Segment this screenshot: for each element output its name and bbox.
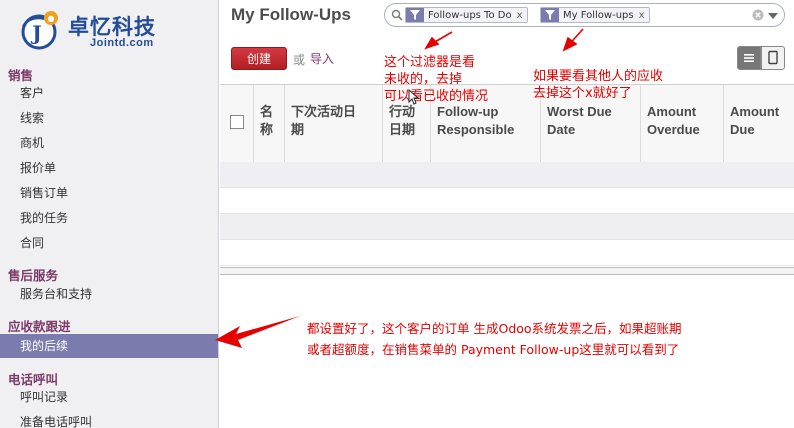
or-separator: 或 (293, 53, 306, 67)
list-view-button[interactable] (737, 46, 761, 70)
facet-label: Follow-ups To Do (428, 9, 512, 21)
logo-badge-icon: ● J (21, 11, 58, 50)
annotation-filter-note: 这个过滤器是看 未收的，去掉 可以看已收的情况 (384, 55, 489, 104)
svg-text:J: J (30, 21, 41, 45)
menu-item-contracts[interactable]: 合同 (0, 231, 218, 255)
table-row (220, 188, 794, 214)
search-options-chevron-icon[interactable] (768, 13, 778, 19)
search-facet-my-follow-ups: My Follow-ups x (540, 7, 650, 23)
facet-remove-icon[interactable]: x (639, 10, 645, 21)
menu-item-customers[interactable]: 客户 (0, 81, 218, 105)
menu-section-receivables: 应收款跟进 (8, 319, 71, 334)
arrow-to-my-follow-ups-facet (562, 28, 584, 52)
table-row (220, 240, 794, 266)
annotation-menu-note: 都设置好了，这个客户的订单 生成Odoo系统发票之后，如果超账期 或者超额度，在… (307, 321, 682, 357)
follow-ups-table: 名 称 下次活动日 期 行动 日期 Follow-up Responsible … (220, 84, 794, 275)
svg-text:●: ● (48, 14, 55, 23)
table-footer (220, 267, 794, 275)
clear-search-icon[interactable] (752, 9, 764, 21)
filter-icon (541, 8, 559, 22)
menu-item-schedule-call[interactable]: 准备电话呼叫 (0, 410, 218, 428)
column-header-name[interactable]: 名 称 (253, 85, 284, 162)
menu-item-sales-orders[interactable]: 销售订单 (0, 181, 218, 205)
kanban-view-icon (768, 50, 778, 65)
kanban-view-button[interactable] (761, 46, 785, 70)
filter-icon (406, 8, 424, 22)
arrow-to-menu-item (215, 316, 300, 348)
brand-logo[interactable]: ● J 卓忆科技 Jointd.com (10, 5, 210, 53)
menu-item-my-follow-ups[interactable]: 我的后续 (0, 334, 218, 358)
list-view-icon (744, 54, 754, 62)
menu-item-call-logs[interactable]: 呼叫记录 (0, 385, 218, 409)
menu-item-leads[interactable]: 线索 (0, 106, 218, 130)
search-icon (391, 9, 403, 21)
table-header: 名 称 下次活动日 期 行动 日期 Follow-up Responsible … (220, 85, 794, 163)
select-all-cell (220, 85, 253, 162)
table-row (220, 214, 794, 240)
create-button[interactable]: 创建 (231, 47, 287, 70)
page-title: My Follow-Ups (231, 5, 351, 24)
menu-item-opportunities[interactable]: 商机 (0, 131, 218, 155)
arrow-to-filter-facet (424, 31, 453, 50)
brand-domain: Jointd.com (90, 37, 154, 49)
annotation-others-note: 如果要看其他人的应收 去掉这个x就好了 (533, 69, 664, 101)
menu-item-quotations[interactable]: 报价单 (0, 156, 218, 180)
menu-item-helpdesk[interactable]: 服务台和支持 (0, 282, 218, 306)
sidebar: ● J 卓忆科技 Jointd.com 销售 客户 线索 商机 报价单 销售订单… (0, 0, 219, 428)
search-box[interactable]: Follow-ups To Do x My Follow-ups x (384, 3, 785, 27)
column-header-next-activity-date[interactable]: 下次活动日 期 (284, 85, 382, 162)
facet-remove-icon[interactable]: x (517, 10, 523, 21)
facet-label: My Follow-ups (563, 9, 634, 21)
table-row (220, 162, 794, 188)
menu-item-my-tasks[interactable]: 我的任务 (0, 206, 218, 230)
column-header-amount-due[interactable]: Amount Due (723, 85, 794, 162)
import-link[interactable]: 导入 (310, 50, 334, 67)
search-facet-follow-ups-todo: Follow-ups To Do x (405, 7, 528, 23)
select-all-checkbox[interactable] (230, 115, 244, 129)
